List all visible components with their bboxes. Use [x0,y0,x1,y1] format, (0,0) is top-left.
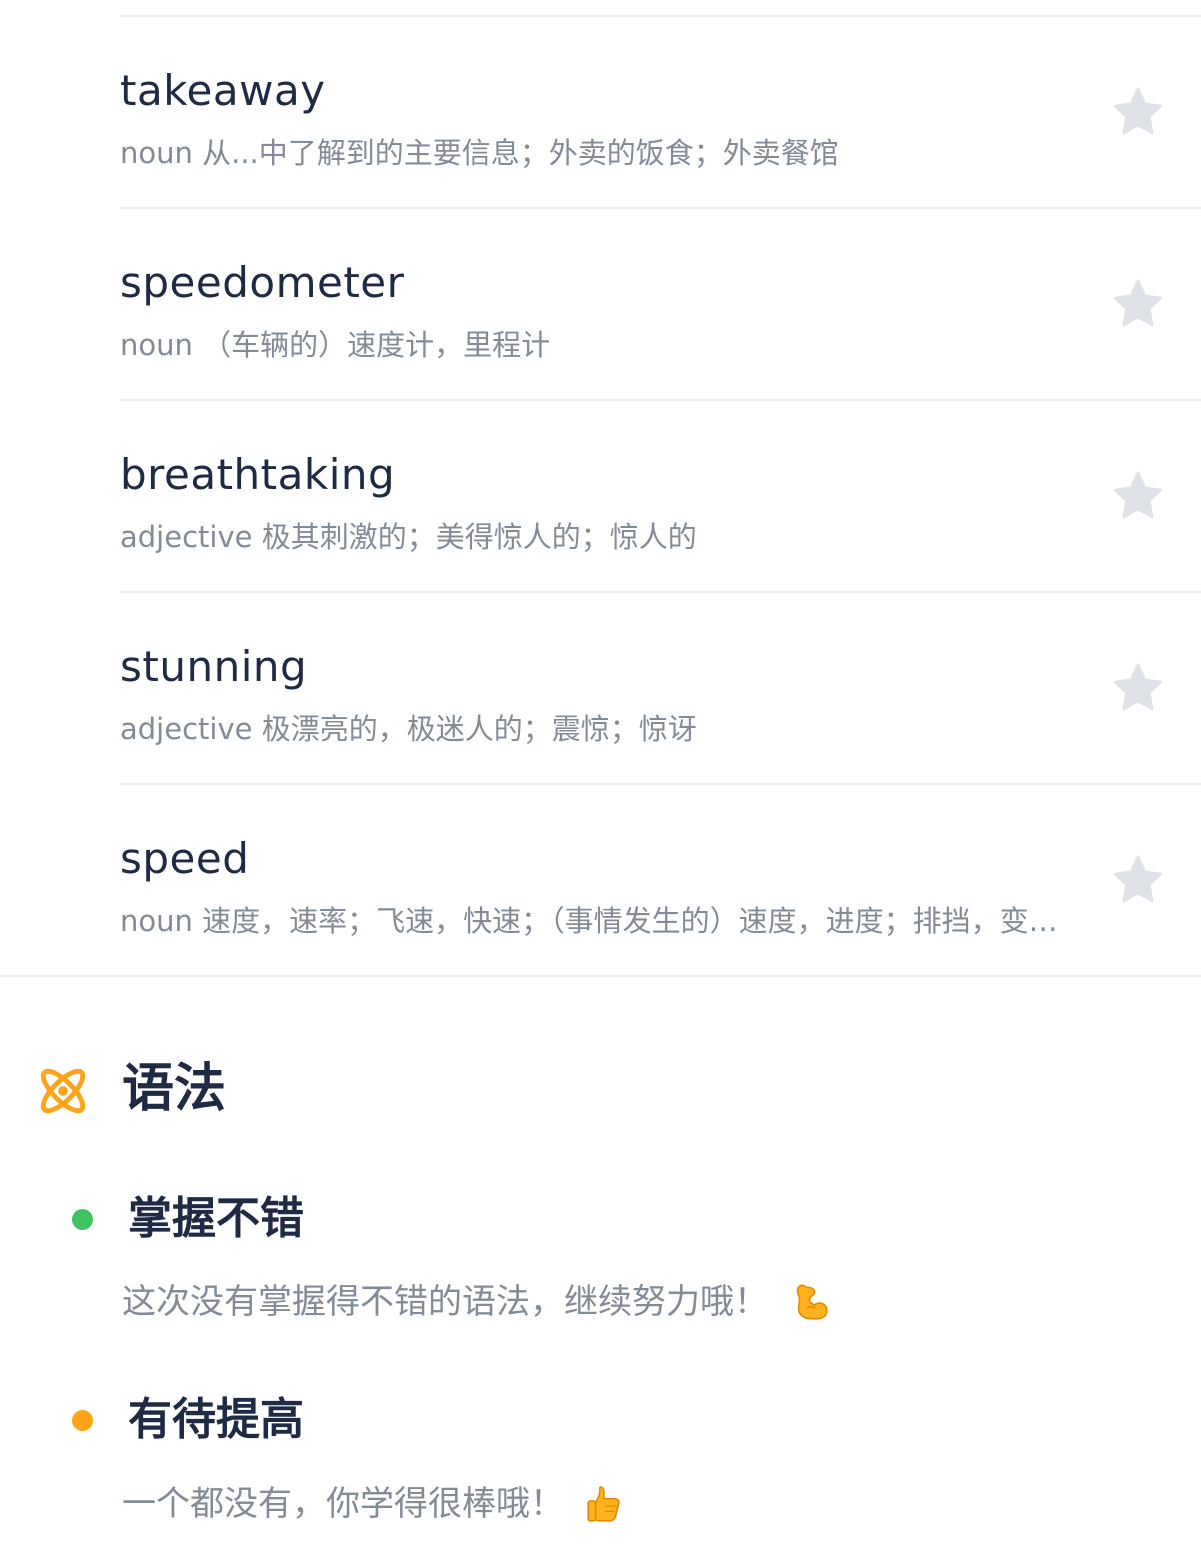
word-definition: adjective 极漂亮的，极迷人的；震惊；惊讶 [120,709,1100,749]
word-text: speedometer [120,258,405,307]
star-icon [1113,471,1163,519]
definition-text: （车辆的）速度计，里程计 [202,328,551,362]
definition-text: 从...中了解到的主要信息；外卖的饭食；外卖餐馆 [202,136,839,170]
part-of-speech: noun [120,136,193,170]
word-text: breathtaking [120,450,396,499]
word-definition: noun （车辆的）速度计，里程计 [120,325,1100,365]
word-text: takeaway [120,66,326,115]
section-message-mastered: 这次没有掌握得不错的语法，继续努力哦！ [122,1278,830,1326]
word-definition: noun 从...中了解到的主要信息；外卖的饭食；外卖餐馆 [120,133,1100,173]
word-text: stunning [120,642,308,691]
favorite-star-button[interactable] [1109,851,1167,909]
favorite-star-button[interactable] [1109,467,1167,525]
part-of-speech: adjective [120,520,253,554]
atom-flower-icon [40,1068,86,1114]
word-row-takeaway[interactable]: takeaway noun 从...中了解到的主要信息；外卖的饭食；外卖餐馆 [120,17,1201,209]
status-dot-green [72,1209,93,1230]
definition-text: 极漂亮的，极迷人的；震惊；惊讶 [261,712,697,746]
word-definition: adjective 极其刺激的；美得惊人的；惊人的 [120,517,1100,557]
part-of-speech: adjective [120,712,253,746]
message-text: 一个都没有，你学得很棒哦！ [122,1484,564,1524]
grammar-title: 语法 [122,1059,227,1119]
part-of-speech: noun [120,328,193,362]
word-row-speed[interactable]: speed noun 速度，速率；飞速，快速；（事情发生的）速度，进度；排挡，变… [0,785,1201,977]
word-row-speedometer[interactable]: speedometer noun （车辆的）速度计，里程计 [120,209,1201,401]
word-row-breathtaking[interactable]: breathtaking adjective 极其刺激的；美得惊人的；惊人的 [120,401,1201,593]
star-icon [1113,663,1163,711]
section-title-mastered: 掌握不错 [128,1193,304,1244]
flexed-biceps-icon [796,1284,828,1320]
favorite-star-button[interactable] [1109,83,1167,141]
word-text: speed [120,834,250,883]
message-text: 这次没有掌握得不错的语法，继续努力哦！ [122,1282,768,1322]
thumbs-up-icon [587,1486,620,1522]
status-dot-orange [72,1410,93,1431]
star-icon [1113,855,1163,903]
word-row-stunning[interactable]: stunning adjective 极漂亮的，极迷人的；震惊；惊讶 [120,593,1201,785]
definition-text: 极其刺激的；美得惊人的；惊人的 [261,520,697,554]
word-definition: noun 速度，速率；飞速，快速；（事情发生的）速度，进度；排挡，变… [120,901,1100,941]
star-icon [1113,87,1163,135]
favorite-star-button[interactable] [1109,659,1167,717]
section-message-improve: 一个都没有，你学得很棒哦！ [122,1480,626,1528]
definition-text: 速度，速率；飞速，快速；（事情发生的）速度，进度；排挡，变… [202,904,1058,938]
favorite-star-button[interactable] [1109,275,1167,333]
section-title-improve: 有待提高 [128,1394,304,1445]
part-of-speech: noun [120,904,193,938]
star-icon [1113,279,1163,327]
